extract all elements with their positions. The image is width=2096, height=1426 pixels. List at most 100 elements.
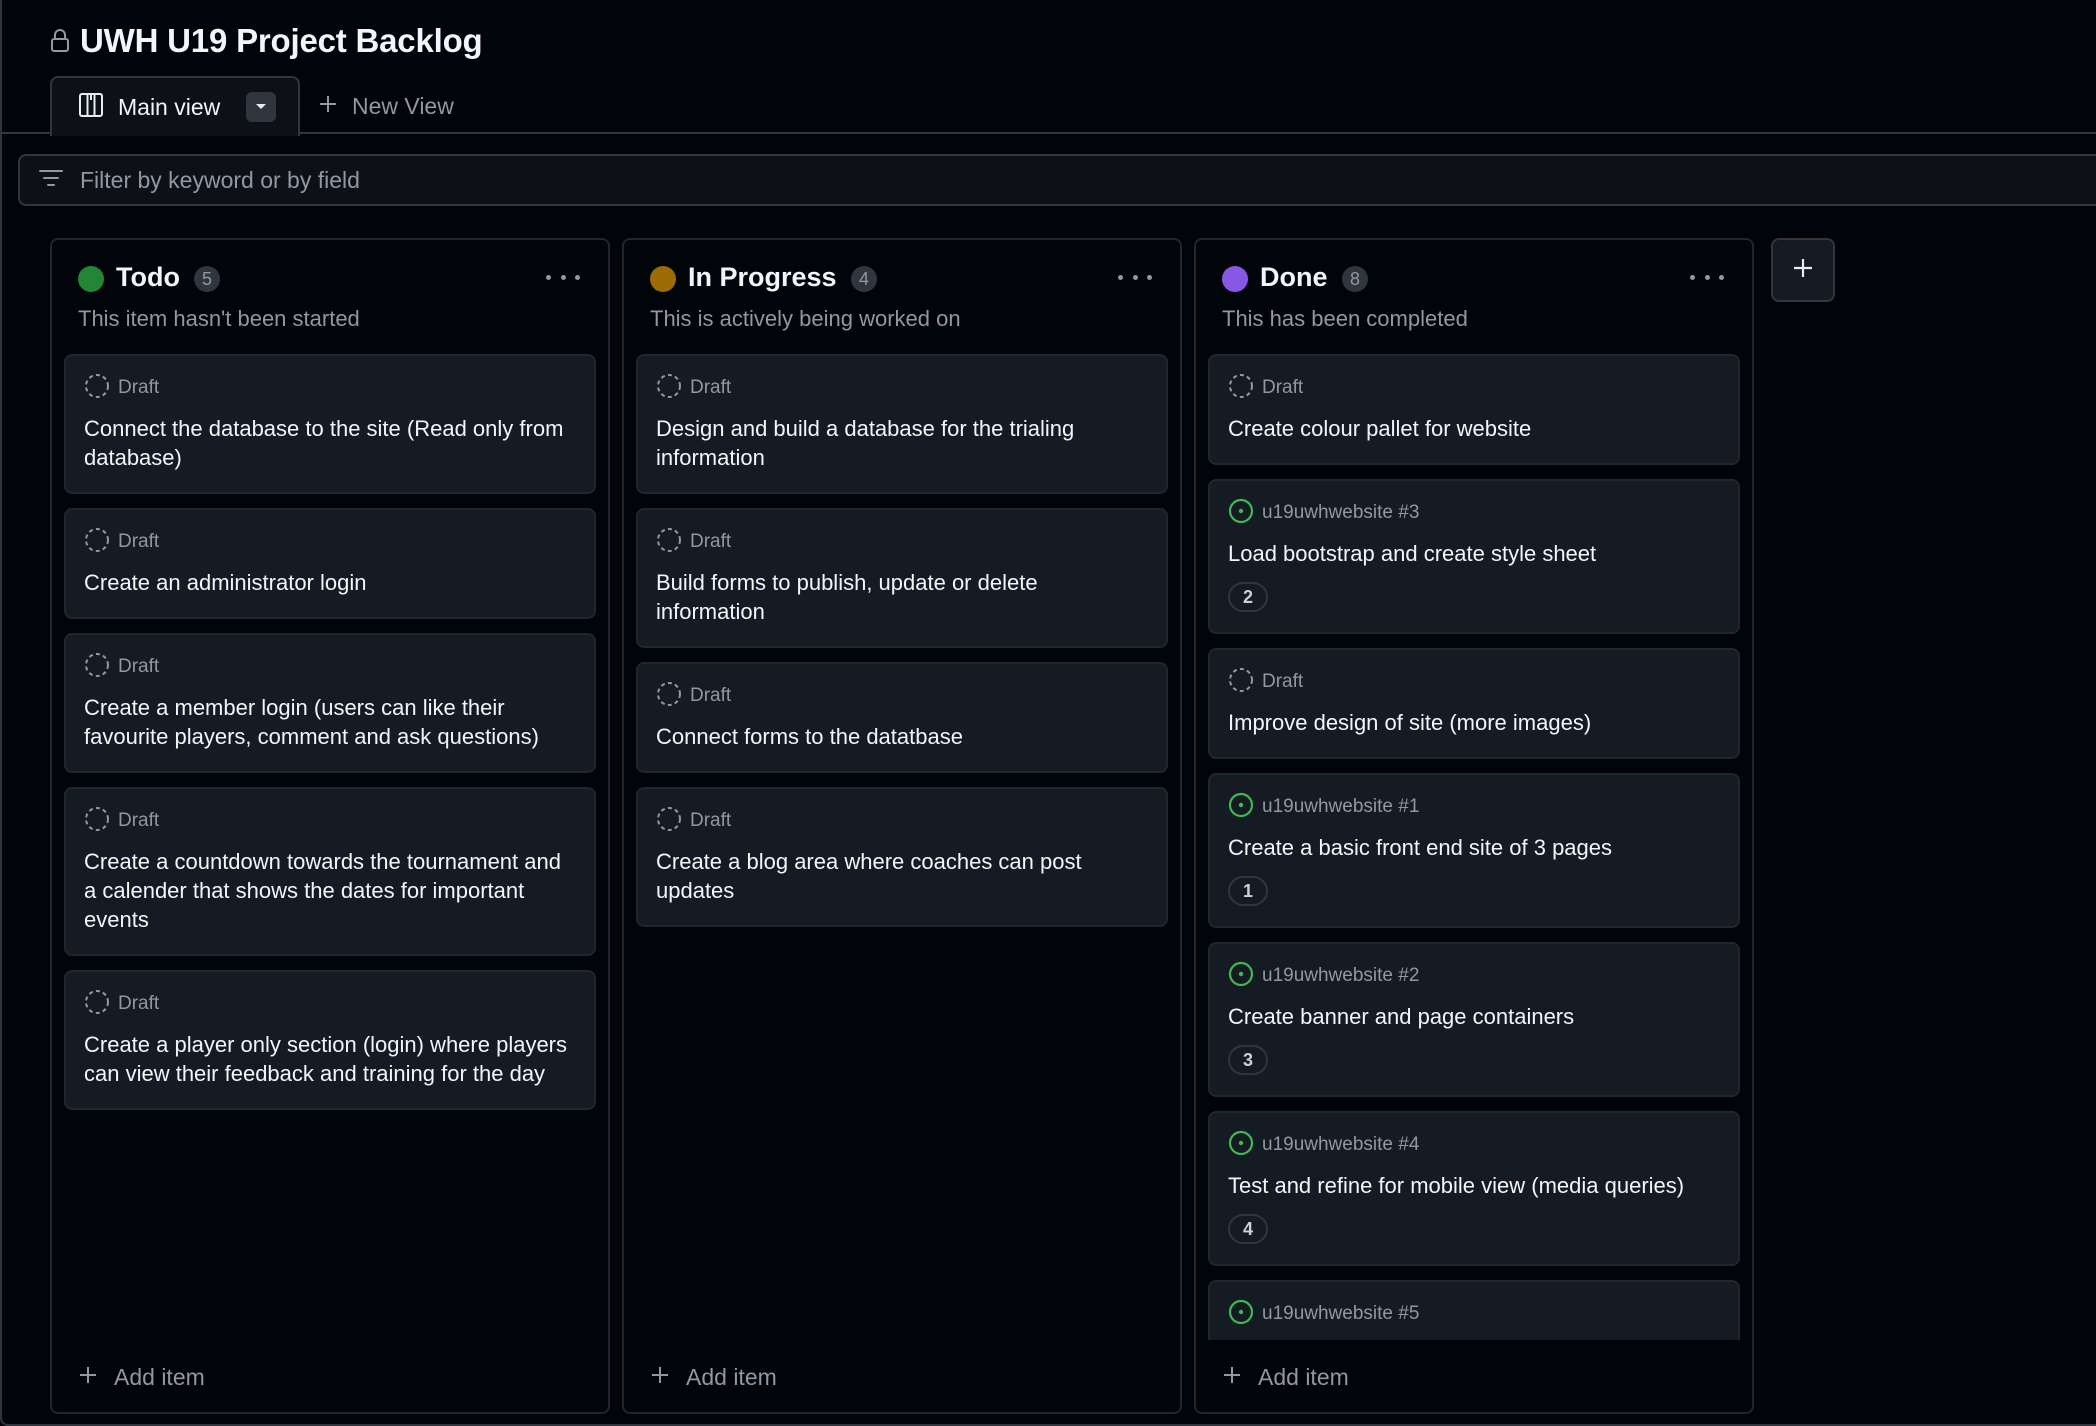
issue-open-icon: [1228, 1299, 1254, 1330]
kebab-dot-icon: [560, 274, 566, 280]
view-tabs: Main view New View: [0, 76, 2096, 136]
draft-icon: [84, 806, 110, 837]
board-card[interactable]: Draft Create colour pallet for website: [1208, 354, 1740, 465]
card-meta: Draft: [84, 527, 576, 558]
add-item-label: Add item: [686, 1363, 777, 1390]
view-options-button[interactable]: [246, 92, 277, 122]
card-title[interactable]: Improve design of site (more images): [1228, 708, 1720, 737]
kebab-dot-icon: [1719, 274, 1724, 280]
column-count-badge: 4: [851, 266, 877, 292]
card-title[interactable]: Create an administrator login: [84, 568, 576, 597]
kebab-dot-icon: [1690, 274, 1695, 280]
board-card[interactable]: Draft Create a player only section (login…: [64, 970, 596, 1110]
card-title[interactable]: Create a basic front end site of 3 pages: [1228, 833, 1720, 862]
column-title: In Progress: [688, 262, 837, 292]
card-list: Draft Create colour pallet for website u19…: [1208, 354, 1740, 1340]
column-menu-button[interactable]: [1690, 264, 1724, 290]
project-title: UWH U19 Project Backlog: [80, 22, 483, 59]
draft-icon: [84, 373, 110, 404]
column-done: Done 8 This has been completed Draft Create …: [1194, 238, 1754, 1414]
card-title[interactable]: Create banner and page containers: [1228, 1002, 1720, 1031]
board-card[interactable]: Draft Connect forms to the datatbase: [636, 662, 1168, 773]
issue-reference-link[interactable]: u19uwhwebsite #2: [1262, 965, 1419, 987]
board-card[interactable]: Draft Create a blog area where coaches ca…: [636, 787, 1168, 927]
new-view-button[interactable]: New View: [318, 90, 454, 122]
card-title[interactable]: Build forms to publish, update or delete…: [656, 568, 1148, 626]
card-title[interactable]: Design and build a database for the tria…: [656, 414, 1148, 472]
column-header: Todo 5 This item hasn't been started: [52, 240, 608, 358]
card-meta: u19uwhwebsite #4: [1228, 1130, 1720, 1159]
add-item-button[interactable]: Add item: [650, 1360, 777, 1394]
add-column-button[interactable]: [1771, 238, 1835, 302]
lock-icon: [50, 29, 70, 53]
filter-input[interactable]: [80, 166, 1680, 194]
card-meta: u19uwhwebsite #2: [1228, 961, 1720, 990]
card-title[interactable]: Create a blog area where coaches can pos…: [656, 847, 1148, 905]
board-card[interactable]: Draft Create a countdown towards the tour…: [64, 787, 596, 956]
kebab-dot-icon: [1704, 274, 1710, 280]
card-meta: Draft: [1228, 667, 1720, 698]
column-count-badge: 8: [1342, 266, 1368, 292]
board-card[interactable]: u19uwhwebsite #1 Create a basic front end…: [1208, 773, 1740, 928]
board-card[interactable]: Draft Create a member login (users can li…: [64, 633, 596, 773]
kebab-dot-icon: [575, 274, 580, 280]
draft-icon: [84, 527, 110, 558]
column-menu-button[interactable]: [546, 264, 580, 290]
draft-label: Draft: [118, 531, 160, 552]
plus-icon: [318, 94, 338, 119]
card-title[interactable]: Test and refine for mobile view (media q…: [1228, 1171, 1720, 1200]
column-description: This item hasn't been started: [78, 306, 360, 331]
plus-icon: [78, 1365, 98, 1390]
add-item-button[interactable]: Add item: [78, 1360, 205, 1394]
draft-icon: [656, 681, 682, 712]
card-title[interactable]: Create a member login (users can like th…: [84, 693, 576, 751]
add-item-button[interactable]: Add item: [1222, 1360, 1349, 1394]
board-card[interactable]: u19uwhwebsite #5Footer and chat: [1208, 1280, 1740, 1340]
draft-label: Draft: [1262, 671, 1304, 692]
board-icon: [78, 92, 104, 123]
card-title[interactable]: Create a countdown towards the tournamen…: [84, 847, 576, 934]
kebab-dot-icon: [1147, 274, 1152, 280]
column-in-progress: In Progress 4 This is actively being worke…: [622, 238, 1182, 1414]
board-card[interactable]: Draft Improve design of site (more images…: [1208, 648, 1740, 759]
column-description: This is actively being worked on: [650, 306, 961, 331]
card-meta: u19uwhwebsite #5: [1228, 1299, 1720, 1330]
draft-icon: [656, 373, 682, 404]
project-header: UWH U19 Project Backlog: [50, 20, 483, 62]
issue-reference-link[interactable]: u19uwhwebsite #5: [1262, 1303, 1419, 1325]
card-meta: Draft: [84, 989, 576, 1018]
board-card[interactable]: Draft Connect the database to the site (R…: [64, 354, 596, 494]
draft-icon: [1228, 667, 1254, 698]
kebab-dot-icon: [1118, 274, 1123, 280]
issue-reference-link[interactable]: u19uwhwebsite #1: [1262, 796, 1419, 818]
board-card[interactable]: Draft Create an administrator login: [64, 508, 596, 619]
card-meta: Draft: [656, 806, 1148, 835]
card-title[interactable]: Create colour pallet for website: [1228, 414, 1720, 443]
card-title[interactable]: Connect the database to the site (Read o…: [84, 414, 576, 472]
plus-icon: [1222, 1365, 1242, 1390]
card-title[interactable]: Connect forms to the datatbase: [656, 722, 1148, 751]
draft-label: Draft: [118, 656, 160, 677]
issue-reference-link[interactable]: u19uwhwebsite #3: [1262, 502, 1419, 524]
board-card[interactable]: u19uwhwebsite #3 Load bootstrap and creat…: [1208, 479, 1740, 634]
board-card[interactable]: u19uwhwebsite #2 Create banner and page c…: [1208, 942, 1740, 1097]
draft-label: Draft: [118, 810, 160, 831]
card-title[interactable]: Load bootstrap and create style sheet: [1228, 539, 1720, 568]
draft-label: Draft: [690, 377, 732, 398]
board-card[interactable]: Draft Design and build a database for the…: [636, 354, 1168, 494]
draft-icon: [656, 527, 682, 558]
column-todo: Todo 5 This item hasn't been started Draft C…: [50, 238, 610, 1414]
column-menu-button[interactable]: [1118, 264, 1152, 290]
draft-icon: [84, 652, 110, 683]
card-meta: Draft: [84, 806, 576, 837]
status-dot-icon: [78, 266, 104, 292]
board-card[interactable]: u19uwhwebsite #4 Test and refine for mobi…: [1208, 1111, 1740, 1266]
draft-label: Draft: [690, 810, 732, 831]
issue-reference-link[interactable]: u19uwhwebsite #4: [1262, 1134, 1419, 1156]
issue-open-icon: [1228, 792, 1254, 823]
board-card[interactable]: Draft Build forms to publish, update or d…: [636, 508, 1168, 648]
card-title[interactable]: Create a player only section (login) whe…: [84, 1030, 576, 1088]
tab-main-view[interactable]: Main view: [50, 76, 300, 136]
plus-icon: [650, 1365, 670, 1390]
status-dot-icon: [650, 266, 676, 292]
